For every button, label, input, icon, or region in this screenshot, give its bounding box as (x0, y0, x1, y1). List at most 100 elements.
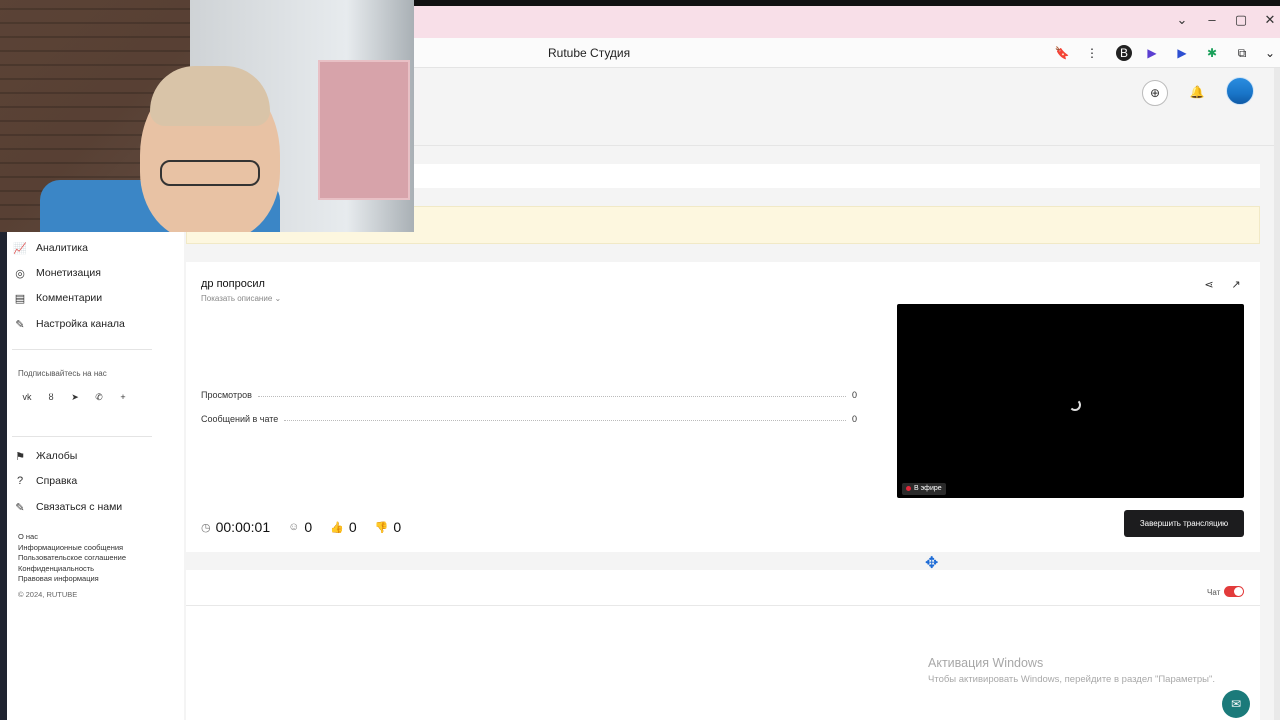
flag-icon: ⚑ (15, 450, 25, 463)
stream-title: др попросил (201, 278, 265, 290)
live-dot-icon (906, 485, 911, 491)
footer-link-privacy[interactable]: Конфиденциальность (18, 564, 94, 573)
sidebar-item-label: Комментарии (36, 292, 103, 304)
extension-puzzle-icon[interactable]: ✱ (1204, 45, 1220, 61)
sidebar-item-label: Настройка канала (36, 318, 125, 330)
more-social-icon[interactable]: + (116, 390, 130, 404)
telegram-icon[interactable]: ➤ (68, 390, 82, 404)
thumbs-up-icon: 👍 (330, 521, 344, 534)
app-header: ⊕ 🔔 (414, 68, 1280, 146)
sidebar-item-channel-settings[interactable]: ✎ Настройка канала (12, 314, 172, 334)
chat-header: Чат (186, 570, 1260, 606)
sidebar-item-label: Связаться с нами (36, 501, 123, 513)
chat-toggle[interactable] (1224, 586, 1244, 597)
webcam-glasses (160, 160, 260, 186)
windows-activation-watermark: Активация Windows Чтобы активировать Win… (928, 656, 1215, 685)
sidebar-item-label: Жалобы (36, 450, 78, 462)
sidebar-item-contact[interactable]: ✎ Связаться с нами (12, 497, 172, 517)
show-description-link[interactable]: Показать описание ⌄ (201, 294, 281, 303)
webcam-hair (150, 66, 270, 126)
metric-duration: ◷ 00:00:01 (201, 519, 270, 535)
tabs-bar (414, 164, 1260, 188)
metric-viewers: ☺ 0 (288, 519, 312, 535)
menu-dots-icon[interactable]: ⋮ (1084, 45, 1100, 61)
downloads-icon[interactable]: ⌄ (1262, 45, 1278, 61)
activation-subtitle: Чтобы активировать Windows, перейдите в … (928, 674, 1215, 685)
stat-dots (257, 396, 846, 397)
restore-button[interactable]: ▢ (1227, 10, 1255, 30)
pen-icon: ✎ (15, 501, 25, 514)
coin-icon: ◎ (15, 267, 25, 280)
video-player[interactable]: В эфире (897, 304, 1244, 498)
likes-value: 0 (348, 519, 357, 535)
stat-value: 0 (851, 414, 857, 424)
footer-link-info[interactable]: Информационные сообщения (18, 543, 123, 552)
chart-icon: 📈 (13, 242, 27, 255)
metric-dislikes: 👎 0 (375, 519, 402, 535)
thumbs-down-icon: 👎 (374, 521, 389, 534)
wand-icon: ✎ (15, 318, 25, 331)
viber-icon[interactable]: ✆ (92, 390, 106, 404)
browser-tab-strip[interactable] (414, 6, 1280, 38)
stat-label: Сообщений в чате (201, 414, 279, 424)
sidebar-divider (12, 436, 152, 437)
stat-chat-messages: Сообщений в чате 0 (201, 410, 857, 424)
subscribe-title: Подписывайтесь на нас (18, 369, 107, 378)
extension-play-icon[interactable]: ▶ (1144, 45, 1160, 61)
add-video-icon[interactable]: ⊕ (1142, 80, 1168, 106)
loading-spinner-icon (1069, 399, 1081, 411)
bell-icon[interactable]: 🔔 (1184, 80, 1210, 106)
sidebar-divider (12, 349, 152, 350)
comment-icon: ▤ (14, 292, 26, 305)
footer-link-about[interactable]: О нас (18, 532, 38, 541)
viewer-icon: ☺ (288, 521, 300, 533)
minimize-button[interactable]: – (1198, 10, 1226, 30)
scrollbar[interactable] (1274, 68, 1280, 720)
sidebar-item-label: Монетизация (36, 267, 101, 279)
stream-metrics: ◷ 00:00:01 ☺ 0 👍 0 👎 0 (201, 516, 401, 538)
metric-likes: 👍 0 (330, 519, 357, 535)
webcam-poster (318, 60, 410, 200)
stream-card: др попросил Показать описание ⌄ Просмотр… (186, 262, 1260, 552)
duration-value: 00:00:01 (215, 519, 271, 535)
viewers-value: 0 (304, 519, 313, 535)
window-list-icon[interactable]: ⌄ (1168, 10, 1196, 30)
sidebar-item-complaints[interactable]: ⚑ Жалобы (12, 446, 172, 466)
page-title: Rutube Студия (548, 46, 631, 60)
chat-card: Чат (186, 570, 1260, 720)
end-stream-button[interactable]: Завершить трансляцию (1124, 510, 1244, 537)
sidebar-item-help[interactable]: ? Справка (12, 471, 172, 491)
vk-icon[interactable]: vk (20, 390, 34, 404)
stat-label: Просмотров (201, 390, 252, 400)
desktop-edge (0, 232, 7, 720)
close-window-button[interactable]: ✕ (1256, 10, 1280, 30)
avatar[interactable] (1226, 77, 1254, 105)
copyright: © 2024, RUTUBE (18, 590, 78, 599)
footer-link-legal[interactable]: Правовая информация (18, 574, 99, 583)
sidebar-item-monetization[interactable]: ◎ Монетизация (12, 263, 172, 283)
extension-b-icon[interactable]: B (1116, 45, 1132, 61)
sidebar-item-comments[interactable]: ▤ Комментарии (12, 288, 172, 308)
sidebar-item-label: Справка (36, 475, 78, 487)
help-icon: ? (16, 475, 24, 487)
external-link-icon[interactable]: ↗ (1229, 278, 1243, 292)
address-bar[interactable]: Rutube Студия 🔖 ⋮ B ▶ ▶ ✱ ⧉ ⌄ (414, 38, 1280, 68)
live-badge: В эфире (902, 483, 946, 495)
stat-dots (284, 420, 846, 421)
extensions-icon[interactable]: ⧉ (1234, 45, 1250, 61)
sidebar-item-label: Аналитика (36, 242, 88, 254)
dislikes-value: 0 (393, 519, 402, 535)
webcam-overlay (0, 0, 414, 232)
sidebar-item-analytics[interactable]: 📈 Аналитика (12, 238, 172, 258)
ok-icon[interactable]: ȣ (44, 390, 58, 404)
share-icon[interactable]: ⋖ (1202, 278, 1216, 292)
bookmark-icon[interactable]: 🔖 (1054, 45, 1070, 61)
stat-value: 0 (851, 390, 857, 400)
extension-play2-icon[interactable]: ▶ (1174, 45, 1190, 61)
footer-link-terms[interactable]: Пользовательское соглашение (18, 553, 126, 562)
activation-title: Активация Windows (928, 656, 1044, 670)
support-chat-icon[interactable]: ✉ (1222, 690, 1250, 718)
chat-label: Чат (1207, 588, 1221, 597)
clock-icon: ◷ (201, 521, 211, 534)
stat-views: Просмотров 0 (201, 386, 857, 400)
